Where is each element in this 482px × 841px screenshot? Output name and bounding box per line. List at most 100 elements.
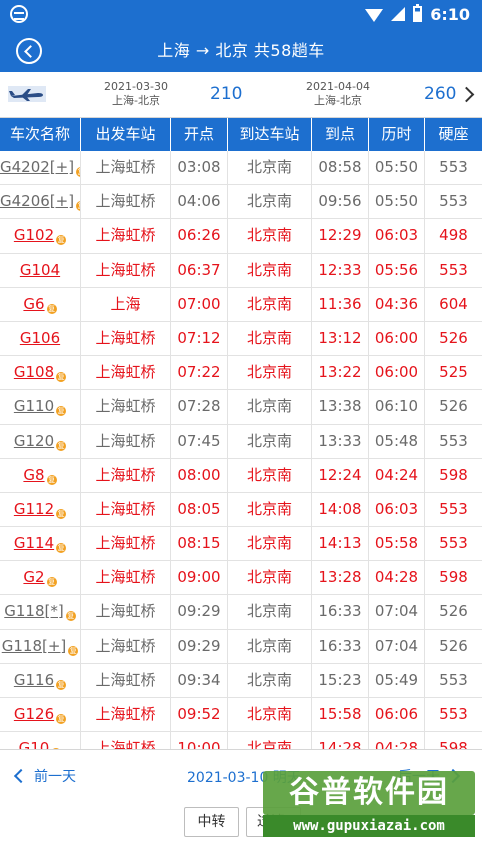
duration-cell: 05:50 — [369, 151, 425, 185]
next-price[interactable]: 260 — [424, 84, 456, 104]
reserve-badge-icon: 复 — [46, 474, 57, 485]
departure-time-cell: 08:00 — [171, 458, 228, 492]
departure-time-cell: 09:29 — [171, 629, 228, 663]
departure-time-cell: 09:00 — [171, 561, 228, 595]
arrival-time-cell: 09:56 — [312, 185, 369, 219]
status-bar: 6:10 — [0, 0, 482, 28]
departure-station-cell: 上海虹桥 — [81, 492, 171, 527]
reserve-badge-icon: 复 — [76, 167, 80, 177]
table-row[interactable]: G118[*] 复上海虹桥 09:29 北京南 16:33 07:04 526 — [0, 595, 482, 630]
status-icons: 6:10 — [365, 4, 470, 24]
table-row[interactable]: G114 复上海虹桥 08:15 北京南 14:13 05:58 553 — [0, 527, 482, 562]
arrival-station-cell: 北京南 — [228, 356, 312, 390]
table-row[interactable]: G6 复上海 07:00 北京南 11:36 04:36 604 — [0, 287, 482, 322]
train-code[interactable]: G104 — [20, 261, 60, 279]
departure-time-cell: 07:12 — [171, 321, 228, 356]
column-header[interactable]: 出发车站 — [81, 118, 171, 151]
train-code-cell: G126 复 — [0, 698, 81, 732]
duration-cell: 05:58 — [369, 527, 425, 561]
duration-cell: 06:06 — [369, 698, 425, 732]
column-header[interactable]: 开点 — [171, 118, 228, 151]
train-code[interactable]: G112 — [14, 500, 54, 518]
arrival-station-cell: 北京南 — [228, 287, 312, 321]
arrival-station-cell: 北京南 — [228, 458, 312, 492]
table-row[interactable]: G126 复上海虹桥 09:52 北京南 15:58 06:06 553 — [0, 698, 482, 733]
train-code[interactable]: G114 — [14, 534, 54, 552]
table-row[interactable]: G112 复上海虹桥 08:05 北京南 14:08 06:03 553 — [0, 492, 482, 528]
table-row[interactable]: G4206[+]复上海虹桥04:06北京南09:5605:50 553 — [0, 185, 482, 220]
column-header[interactable]: 到达车站 — [228, 118, 312, 151]
train-code[interactable]: G102 — [14, 226, 54, 244]
duration-cell: 04:36 — [369, 287, 425, 321]
reserve-badge-icon: 复 — [56, 406, 67, 417]
table-row[interactable]: G108 复上海虹桥 07:22 北京南 13:22 06:00 525 — [0, 356, 482, 391]
chevron-right-icon[interactable] — [458, 86, 475, 103]
train-code-cell: G6 复 — [0, 287, 81, 321]
table-row[interactable]: G120 复上海虹桥 07:45 北京南 13:33 05:48 553 — [0, 424, 482, 459]
next-date-option[interactable]: 2021-04-04 上海-北京 — [290, 80, 386, 108]
duration-cell: 05:56 — [369, 253, 425, 287]
reserve-badge-icon: 复 — [56, 714, 67, 724]
app-notification-icon — [10, 5, 28, 23]
train-code[interactable]: G10 — [19, 739, 50, 749]
table-row[interactable]: G102 复上海虹桥 06:26 北京南 12:29 06:03 498 — [0, 219, 482, 254]
battery-icon — [413, 4, 423, 22]
arrival-time-cell: 14:28 — [312, 732, 369, 749]
train-list[interactable]: G4202[+]复上海虹桥03:08北京南08:5805:50553G4206[… — [0, 151, 482, 749]
train-code-cell: G112 复 — [0, 492, 81, 527]
table-row[interactable]: G110 复上海虹桥 07:28 北京南 13:38 06:10 526 — [0, 390, 482, 425]
duration-cell: 04:24 — [369, 458, 425, 492]
column-header[interactable]: 硬座 — [425, 118, 482, 151]
table-row[interactable]: G8 复上海虹桥 08:00 北京南 12:24 04:24 598 — [0, 458, 482, 493]
train-code[interactable]: G120 — [14, 432, 54, 450]
duration-cell: 07:04 — [369, 629, 425, 663]
column-header[interactable]: 车次名称 — [0, 118, 81, 151]
arrival-station-cell: 北京南 — [228, 321, 312, 356]
departure-station-cell: 上海虹桥 — [81, 185, 171, 219]
prev-day-label: 前一天 — [34, 769, 76, 785]
train-code[interactable]: G106 — [20, 329, 60, 347]
column-header[interactable]: 历时 — [369, 118, 425, 151]
duration-cell: 06:10 — [369, 390, 425, 424]
train-code-cell: G114 复 — [0, 527, 81, 561]
table-row[interactable]: G106 上海虹桥 07:12 北京南 13:12 06:00 526 — [0, 321, 482, 357]
watermark-url: www.gupuxiazai.com — [263, 815, 475, 837]
table-row[interactable]: G104 上海虹桥 06:37 北京南 12:33 05:56 553 — [0, 253, 482, 288]
train-code[interactable]: G2 — [23, 568, 44, 586]
train-code[interactable]: G108 — [14, 363, 54, 381]
prev-day-button[interactable]: 前一天 — [13, 766, 76, 786]
train-code[interactable]: G8 — [23, 466, 44, 484]
column-header[interactable]: 到点 — [312, 118, 369, 151]
table-row[interactable]: G2 复上海虹桥 09:00 北京南 13:28 04:28 598 — [0, 561, 482, 596]
hard-seat-price-cell: 526 — [439, 636, 468, 655]
train-code[interactable]: G118[*] — [4, 602, 63, 620]
train-code[interactable]: G110 — [14, 397, 54, 415]
reserve-badge-icon: 复 — [56, 440, 67, 451]
next-date: 2021-04-04 — [306, 80, 370, 93]
prev-price[interactable]: 210 — [210, 84, 242, 104]
train-code[interactable]: G116 — [14, 671, 54, 689]
reserve-badge-icon: 复 — [65, 611, 76, 622]
train-code-cell: G104 — [0, 253, 81, 287]
duration-cell: 06:03 — [369, 219, 425, 253]
train-code[interactable]: G6 — [23, 295, 44, 313]
train-code[interactable]: G118[+] — [2, 637, 67, 655]
hard-seat-price-cell: 526 — [439, 328, 468, 347]
departure-station-cell: 上海虹桥 — [81, 527, 171, 561]
hard-seat-price-cell: 526 — [439, 397, 468, 416]
hard-seat-price-cell: 553 — [439, 192, 468, 211]
arrival-time-cell: 14:13 — [312, 527, 369, 561]
table-row[interactable]: G116 复上海虹桥 09:34 北京南 15:23 05:49 553 — [0, 663, 482, 698]
arrival-time-cell: 16:33 — [312, 629, 369, 663]
table-row[interactable]: G10复上海虹桥10:00北京南14:2804:28 598 — [0, 732, 482, 749]
train-code[interactable]: G4206[+] — [0, 192, 74, 210]
hard-seat-price-cell: 553 — [439, 705, 468, 723]
table-row[interactable]: G4202[+]复上海虹桥03:08北京南08:5805:50 553 — [0, 151, 482, 186]
table-row[interactable]: G118[+] 复上海虹桥 09:29 北京南 16:33 07:04 526 — [0, 629, 482, 664]
train-code[interactable]: G4202[+] — [0, 158, 74, 176]
arrival-station-cell: 北京南 — [228, 629, 312, 663]
arrival-station-cell: 北京南 — [228, 424, 312, 458]
transfer-button[interactable]: 中转 — [184, 807, 239, 837]
prev-date-option[interactable]: 2021-03-30 上海-北京 — [88, 80, 184, 108]
train-code[interactable]: G126 — [14, 705, 54, 723]
